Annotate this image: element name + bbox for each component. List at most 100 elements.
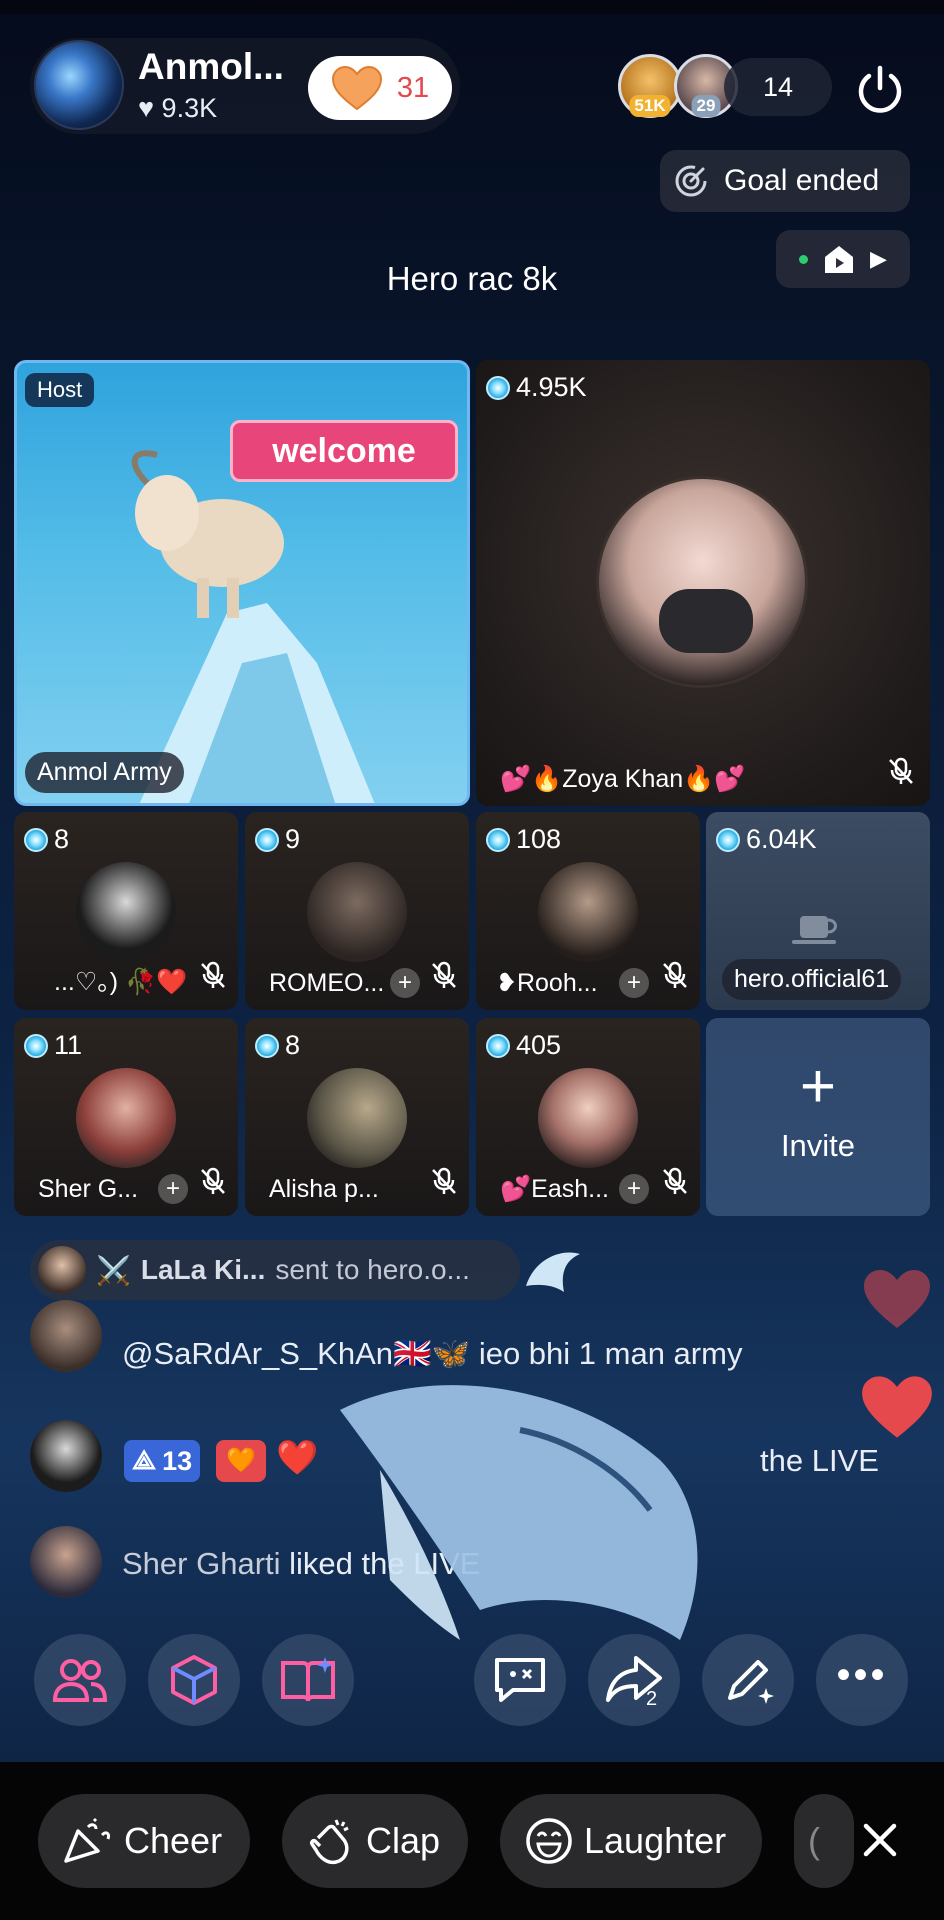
level-value: 13	[162, 1445, 193, 1476]
goal-status-pill[interactable]: Goal ended	[660, 150, 910, 212]
guest-score: 4.95K	[486, 372, 587, 403]
seat-tile[interactable]: 8 ...♡。) 🥀❤️	[14, 812, 238, 1010]
seat-name: 💕Eash...	[500, 1175, 609, 1203]
invite-label: Invite	[780, 1128, 856, 1163]
guest-avatar[interactable]	[596, 476, 808, 688]
seat-score: 8	[255, 1030, 300, 1061]
laughter-label: Laughter	[584, 1820, 727, 1861]
edit-effects-button[interactable]	[702, 1634, 794, 1726]
seat-tile[interactable]: 405 💕Eash... +	[476, 1018, 700, 1216]
top-viewer-avatar-1[interactable]: 51K	[618, 54, 682, 118]
seat-score: 11	[24, 1030, 82, 1061]
gift-banner-text: sent to hero.o...	[275, 1254, 470, 1285]
fan-badge-icon: 🧡	[216, 1440, 266, 1482]
more-reactions-button[interactable]: (	[794, 1794, 854, 1888]
host-tag: Host	[25, 373, 95, 407]
laughing-face-icon	[526, 1818, 572, 1864]
gem-icon	[486, 827, 510, 852]
seat-tile[interactable]: 8 Alisha p...	[245, 1018, 469, 1216]
seat-name: Sher G...	[38, 1175, 139, 1203]
seat-score-value: 108	[516, 824, 562, 854]
viewer-count[interactable]: 14	[724, 58, 832, 116]
seat-avatar[interactable]	[307, 862, 407, 962]
triangle-icon: ⟁	[132, 1445, 157, 1475]
seat-avatar[interactable]	[307, 1068, 407, 1168]
status-strip	[0, 0, 944, 14]
invite-tile[interactable]: + Invite	[706, 1018, 930, 1216]
chat-username: Sher Gharti	[122, 1546, 281, 1581]
seat-avatar[interactable]	[538, 862, 638, 962]
book-button[interactable]	[262, 1634, 354, 1726]
follow-button[interactable]: 31	[308, 56, 452, 120]
partial-reaction-icon: (	[808, 1820, 820, 1861]
add-friend-button[interactable]: +	[158, 1174, 188, 1204]
chat-avatar[interactable]	[30, 1526, 102, 1598]
seat-tile[interactable]: 9 ROMEO... +	[245, 812, 469, 1010]
heart-badge-icon: ❤️	[276, 1439, 319, 1477]
viewer-badge: 29	[691, 95, 721, 117]
welcome-effect-banner: welcome	[230, 420, 458, 482]
share-count: 2	[646, 1688, 658, 1710]
seat-score-value: 405	[516, 1030, 562, 1060]
more-button[interactable]: •••	[816, 1634, 908, 1726]
goal-target-icon	[675, 165, 707, 197]
power-icon[interactable]	[852, 62, 908, 118]
host-name[interactable]: Anmol...	[138, 46, 284, 88]
host-likes: ♥ 9.3K	[138, 93, 217, 124]
add-friend-button[interactable]: +	[619, 968, 649, 998]
close-icon[interactable]	[854, 1810, 906, 1870]
seat-score-value: 8	[54, 824, 70, 854]
seat-name: hero.official61	[722, 959, 902, 1000]
gem-icon	[24, 827, 48, 852]
mic-off-icon	[663, 1167, 687, 1194]
seat-avatar[interactable]	[76, 1068, 176, 1168]
mic-off-icon	[889, 757, 913, 784]
level-badge: ⟁ 13	[124, 1440, 201, 1482]
cube-icon	[171, 1655, 217, 1705]
host-avatar[interactable]	[34, 40, 124, 130]
mic-off-icon	[432, 961, 456, 988]
seat-tile[interactable]: 108 ❥Rooh... +	[476, 812, 700, 1010]
host-likes-value: 9.3K	[161, 93, 218, 123]
cheer-button[interactable]: Cheer	[38, 1794, 250, 1888]
gift-banner[interactable]: ⚔️ LaLa Ki... sent to hero.o...	[30, 1240, 520, 1300]
clap-hands-icon	[310, 1819, 349, 1865]
coffee-cup-icon	[792, 916, 837, 944]
gem-icon	[255, 827, 279, 852]
party-popper-icon	[64, 1817, 110, 1863]
gift-box-button[interactable]	[148, 1634, 240, 1726]
seat-score: 8	[24, 824, 69, 855]
clap-button[interactable]: Clap	[282, 1794, 468, 1888]
seat-score: 9	[255, 824, 300, 855]
host-tile-name[interactable]: Anmol Army	[25, 752, 184, 793]
seat-score: 108	[486, 824, 561, 855]
gift-sender-name: LaLa Ki...	[140, 1254, 266, 1285]
seat-tile[interactable]: 11 Sher G... +	[14, 1018, 238, 1216]
seat-score: 405	[486, 1030, 561, 1061]
seat-tile[interactable]: 6.04K hero.official61	[706, 812, 930, 1010]
guest-name: 💕🔥Zoya Khan🔥💕	[500, 765, 746, 793]
seat-score-value: 9	[285, 824, 301, 854]
orange-heart-icon	[331, 65, 382, 111]
cheer-label: Cheer	[124, 1820, 223, 1861]
laughter-button[interactable]: Laughter	[500, 1794, 762, 1888]
chat-avatar[interactable]	[30, 1300, 102, 1372]
chat-bubble-icon	[495, 1658, 545, 1702]
gift-sender-avatar	[38, 1246, 86, 1294]
plus-icon: +	[799, 1052, 837, 1121]
whale-gift-icon	[526, 1252, 580, 1292]
comment-button[interactable]	[474, 1634, 566, 1726]
mic-off-icon	[201, 961, 225, 988]
seat-avatar[interactable]	[76, 862, 176, 962]
goal-label: Goal ended	[724, 164, 880, 197]
seat-avatar[interactable]	[538, 1068, 638, 1168]
gem-icon	[24, 1033, 48, 1058]
share-button[interactable]: 2	[588, 1634, 680, 1726]
guests-button[interactable]	[34, 1634, 126, 1726]
gem-icon	[716, 827, 740, 852]
add-friend-button[interactable]: +	[390, 968, 420, 998]
add-friend-button[interactable]: +	[619, 1174, 649, 1204]
chat-avatar[interactable]	[30, 1420, 102, 1492]
guest-video-tile[interactable]: 4.95K 💕🔥Zoya Khan🔥💕	[476, 360, 930, 806]
heart-icon: ♥	[138, 93, 155, 123]
